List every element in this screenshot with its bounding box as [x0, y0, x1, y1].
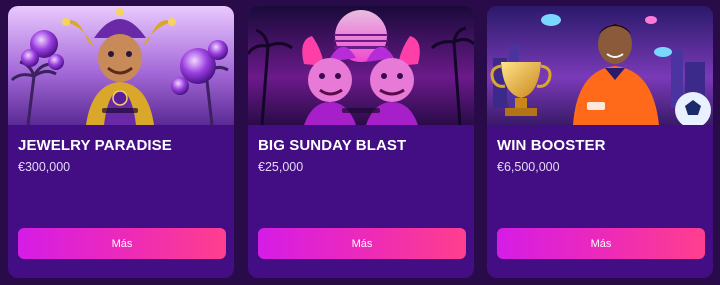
- promo-prize-amount: €300,000: [18, 160, 71, 174]
- promo-title: BIG SUNDAY BLAST: [258, 137, 407, 154]
- promo-card-jewelry-paradise[interactable]: JEWELRY PARADISE €300,000 Más: [8, 6, 234, 278]
- promo-title: WIN BOOSTER: [497, 137, 606, 154]
- more-button[interactable]: Más: [497, 228, 705, 259]
- football-player-trophy-icon[interactable]: [487, 6, 713, 125]
- jester-with-purple-gems-icon[interactable]: [8, 6, 234, 125]
- promo-card-win-booster[interactable]: WIN BOOSTER €6,500,000 Más: [487, 6, 713, 278]
- promotions-grid: JEWELRY PARADISE €300,000 Más BIG SUNDAY…: [0, 0, 720, 285]
- promo-prize-amount: €25,000: [258, 160, 304, 174]
- twin-jesters-neon-sunset-icon[interactable]: [248, 6, 474, 125]
- promo-prize-amount: €6,500,000: [497, 160, 560, 174]
- more-button[interactable]: Más: [18, 228, 226, 259]
- promo-title: JEWELRY PARADISE: [18, 137, 172, 154]
- promo-card-big-sunday-blast[interactable]: BIG SUNDAY BLAST €25,000 Más: [248, 6, 474, 278]
- more-button[interactable]: Más: [258, 228, 466, 259]
